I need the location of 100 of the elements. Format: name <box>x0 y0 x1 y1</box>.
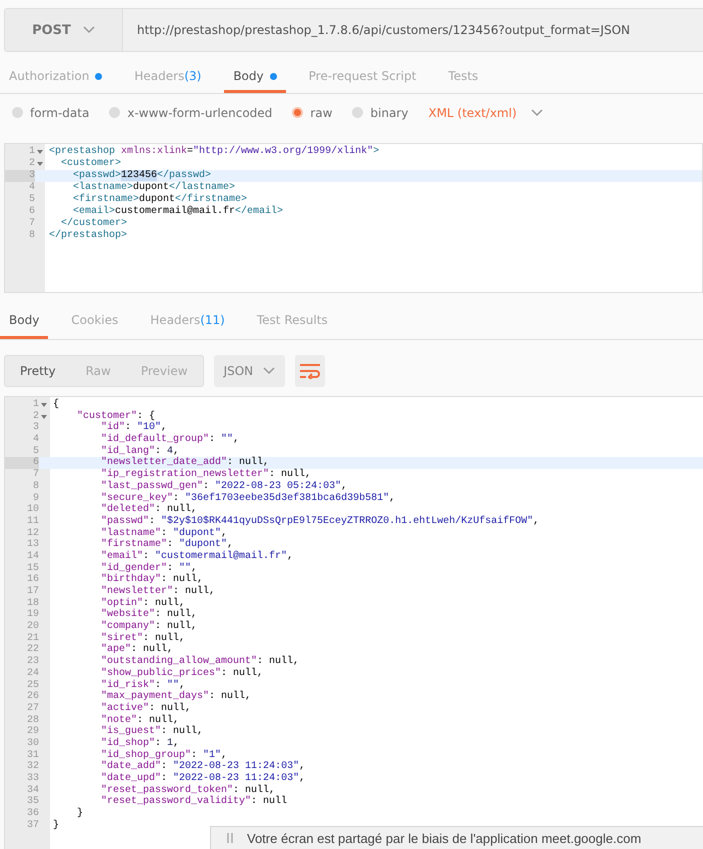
code-line: <customer> <box>60 158 122 170</box>
request-tab[interactable]: Body <box>224 62 286 93</box>
line-number: 2 <box>32 410 39 422</box>
code-line: "passwd": "$2y$10$RK441qyuDSsQrpE9l75EceyZTRROZ0.h1.ehtLweh/KzUfsaifFOW", <box>100 516 540 528</box>
code-line: <lastname>dupont</lastname> <box>72 182 236 194</box>
code-line: "max_payment_days": null, <box>100 691 252 702</box>
code-line: <email>customermail@mail.fr</email> <box>72 206 284 218</box>
body-type-radio[interactable]: x-www-form-urlencoded <box>109 106 272 120</box>
fold-arrow-icon[interactable] <box>37 162 43 166</box>
line-number: 23 <box>26 656 39 668</box>
body-type-radio[interactable]: binary <box>352 106 408 120</box>
code-line: "ape": null, <box>100 644 174 656</box>
code-line: "id_gender": "", <box>100 562 198 574</box>
code-line: "email": "customermail@mail.fr", <box>100 550 294 562</box>
code-line: </customer> <box>60 218 128 230</box>
code-line: "date_add": "2022-08-23 11:24:03", <box>100 761 306 772</box>
line-number: 1 <box>28 146 35 158</box>
request-tab[interactable]: Pre-request Script <box>300 62 426 93</box>
view-mode-button[interactable]: Raw <box>70 356 126 386</box>
fold-arrow-icon[interactable] <box>41 414 47 419</box>
line-number: 20 <box>26 621 39 633</box>
line-number: 6 <box>5 457 39 470</box>
line-number: 31 <box>26 750 39 761</box>
line-number: 25 <box>26 680 39 691</box>
line-number: 29 <box>26 726 39 738</box>
code-line: "ip_registration_newsletter": null, <box>100 469 312 480</box>
line-number: 36 <box>26 808 39 820</box>
code-line: "outstanding_allow_amount": null, <box>100 656 300 668</box>
code-line: "note": null, <box>100 714 180 726</box>
code-line: "id_lang": 4, <box>100 446 180 457</box>
code-line: "newsletter_date_add": null, <box>100 457 270 468</box>
code-line: "newsletter": null, <box>100 586 216 598</box>
code-line: "id": "10", <box>100 422 168 434</box>
response-tab[interactable]: Test Results <box>248 304 337 339</box>
line-number: 9 <box>32 492 39 504</box>
line-number: 30 <box>26 738 39 750</box>
code-line: "birthday": null, <box>100 574 204 586</box>
line-number: 10 <box>26 504 39 516</box>
body-type-radio[interactable]: form-data <box>12 106 90 120</box>
chevron-down-icon <box>263 367 276 375</box>
fold-arrow-icon[interactable] <box>41 402 47 407</box>
code-line: "lastname": "dupont", <box>100 528 228 539</box>
code-line: "customer": { <box>76 410 156 422</box>
view-mode-button[interactable]: Preview <box>126 356 203 386</box>
code-line: "id_shop": 1, <box>100 738 180 750</box>
code-line: "deleted": null, <box>100 504 198 516</box>
code-line: "optin": null, <box>100 598 186 609</box>
request-tab[interactable]: Tests <box>439 62 488 93</box>
code-line: "company": null, <box>100 621 198 632</box>
line-number: 21 <box>26 632 39 644</box>
response-tab[interactable]: Headers(11) <box>141 304 234 339</box>
line-number: 1 <box>32 399 39 411</box>
line-number: 27 <box>26 702 39 715</box>
line-number: 26 <box>26 691 39 703</box>
body-type-radio[interactable]: raw <box>292 106 332 120</box>
line-number: 33 <box>26 773 39 785</box>
banner-text: Votre écran est partagé par le biais de l'application meet.google.com <box>247 830 642 846</box>
line-number: 7 <box>32 469 39 481</box>
code-line: "reset_password_validity": null <box>100 796 288 808</box>
code-editor[interactable] <box>4 143 703 293</box>
wrap-lines-button[interactable] <box>295 355 326 387</box>
code-line: "date_upd": "2022-08-23 11:24:03", <box>100 773 306 784</box>
line-number: 12 <box>26 528 39 539</box>
code-line: } <box>52 820 60 832</box>
code-line: "siret": null, <box>100 632 186 644</box>
code-line: { <box>52 399 60 411</box>
code-line: "id_default_group": "", <box>100 434 240 446</box>
code-line: "id_shop_group": "1", <box>100 750 228 761</box>
code-line: "firstname": "dupont", <box>100 539 234 550</box>
line-number: 22 <box>26 644 39 656</box>
line-number: 8 <box>32 480 39 492</box>
line-number: 8 <box>28 230 35 242</box>
line-number: 14 <box>26 550 39 563</box>
line-number: 4 <box>32 434 39 446</box>
line-number: 13 <box>26 539 39 551</box>
format-dropdown[interactable]: XML (text/xml) <box>428 106 543 120</box>
request-tab[interactable]: Authorization <box>0 62 112 93</box>
fold-arrow-icon[interactable] <box>37 150 43 154</box>
format-dropdown[interactable]: JSON <box>214 355 286 387</box>
line-number: 32 <box>26 761 39 773</box>
code-line: } <box>76 808 84 820</box>
line-number: 4 <box>28 182 35 194</box>
request-tab[interactable]: Headers(3) <box>125 62 210 93</box>
line-number: 15 <box>26 562 39 574</box>
view-mode-button[interactable]: Pretty <box>5 356 71 386</box>
line-number: 24 <box>26 668 39 680</box>
line-number: 17 <box>26 586 39 598</box>
line-number: 18 <box>26 598 39 609</box>
line-number: 5 <box>28 194 35 206</box>
chevron-down-icon <box>530 108 543 116</box>
code-line: <passwd>123456</passwd> <box>72 170 212 182</box>
code-line: "id_risk": "", <box>100 680 186 690</box>
code-line: "secure_key": "36ef1703eebe35d3ef381bca6d39b581", <box>100 492 396 504</box>
response-tab[interactable]: Cookies <box>62 304 128 339</box>
code-line: <prestashop xmlns:xlink="http://www.w3.org/1999/xlink"> <box>48 146 380 158</box>
line-number: 28 <box>26 714 39 726</box>
code-line: "show_public_prices": null, <box>100 668 264 680</box>
code-line: "last_passwd_gen": "2022-08-23 05:24:03", <box>100 480 348 492</box>
response-tab[interactable]: Body <box>0 304 48 339</box>
line-number: 34 <box>26 784 39 796</box>
